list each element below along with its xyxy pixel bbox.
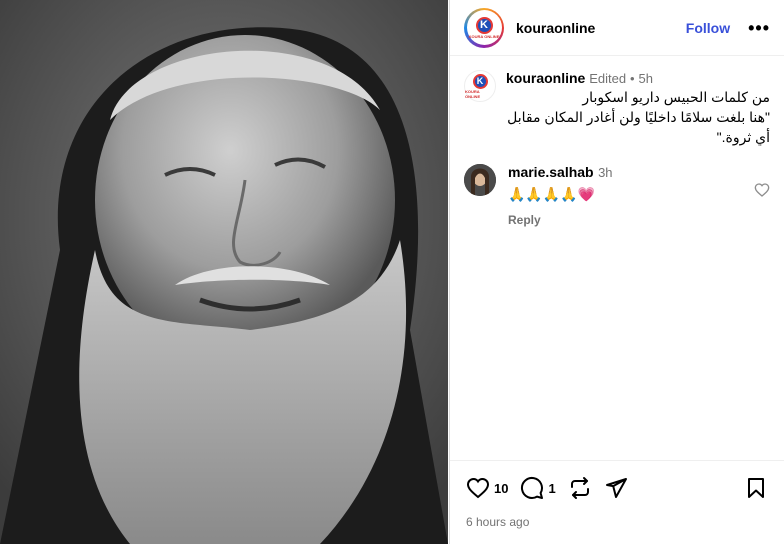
- edited-label: Edited: [589, 71, 627, 86]
- caption-line-2: "هنا بلغت سلامًا داخليًا ولن أغادر المكا…: [507, 109, 770, 125]
- save-button[interactable]: [744, 476, 768, 500]
- post-header: K KOURA ONLINE kouraonline Follow •••: [450, 0, 784, 56]
- like-count: 10: [494, 480, 509, 496]
- post-image[interactable]: [0, 0, 448, 544]
- koura-logo-icon: K: [472, 73, 488, 89]
- comment-text: 🙏🙏🙏🙏💗: [508, 186, 596, 202]
- comment-like-icon[interactable]: [754, 182, 770, 203]
- bookmark-icon: [748, 478, 764, 498]
- koura-logo-icon: K: [475, 16, 493, 34]
- caption-age[interactable]: 5h: [638, 71, 652, 86]
- reply-button[interactable]: Reply: [508, 213, 770, 227]
- separator-dot: •: [630, 71, 635, 86]
- caption: K KOURA ONLINE kouraonline Edited • 5h م…: [450, 56, 784, 146]
- comment-item: marie.salhab 3h 🙏🙏🙏🙏💗 Reply: [450, 146, 784, 227]
- commenter-username[interactable]: marie.salhab: [508, 164, 594, 180]
- heart-icon: [466, 477, 490, 499]
- more-options-icon[interactable]: •••: [748, 19, 770, 37]
- caption-line-1: من كلمات الحبيس داريو اسكوبار: [582, 89, 770, 105]
- follow-button[interactable]: Follow: [686, 20, 730, 36]
- comment-count: 1: [548, 480, 556, 496]
- caption-avatar[interactable]: K KOURA ONLINE: [464, 70, 496, 102]
- post-timestamp[interactable]: 6 hours ago: [466, 515, 768, 529]
- like-button[interactable]: 10: [466, 476, 508, 500]
- comment-icon: [521, 476, 544, 499]
- portrait-photo: [0, 0, 448, 544]
- author-username[interactable]: kouraonline: [516, 20, 686, 36]
- caption-line-3: أي ثروة.": [716, 129, 770, 145]
- repost-icon: [570, 477, 589, 499]
- comment-age[interactable]: 3h: [598, 165, 612, 180]
- commenter-photo: [464, 164, 496, 196]
- comment-button[interactable]: 1: [520, 476, 556, 500]
- repost-button[interactable]: [568, 476, 592, 500]
- koura-logo-text: KOURA ONLINE: [465, 88, 481, 99]
- author-avatar[interactable]: K KOURA ONLINE: [464, 7, 504, 48]
- commenter-avatar[interactable]: [464, 164, 496, 196]
- koura-logo-text: KOURA ONLINE: [468, 33, 500, 39]
- send-icon: [605, 478, 627, 498]
- share-button[interactable]: [604, 476, 628, 500]
- post-actions: 10 1 6 hours ago: [450, 460, 784, 529]
- caption-username[interactable]: kouraonline: [506, 70, 585, 86]
- post-details-panel: K KOURA ONLINE kouraonline Follow ••• K …: [449, 0, 784, 544]
